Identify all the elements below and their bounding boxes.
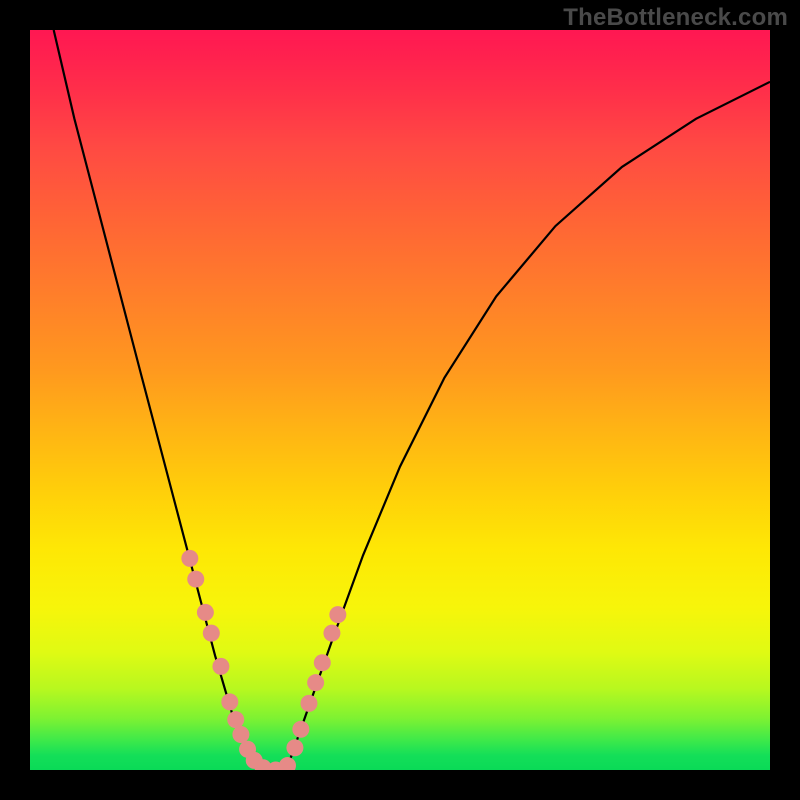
- right-curve: [289, 82, 770, 763]
- marker-dot: [286, 739, 303, 756]
- marker-dot: [181, 550, 198, 567]
- watermark-label: TheBottleneck.com: [563, 4, 788, 32]
- marker-dot: [329, 606, 346, 623]
- chart-stage: TheBottleneck.com: [0, 0, 800, 800]
- marker-group: [181, 550, 346, 770]
- marker-dot: [227, 711, 244, 728]
- left-curve: [54, 30, 252, 763]
- marker-dot: [300, 695, 317, 712]
- marker-dot: [323, 625, 340, 642]
- marker-dot: [187, 571, 204, 588]
- marker-dot: [197, 604, 214, 621]
- marker-dot: [307, 674, 324, 691]
- marker-dot: [279, 757, 296, 770]
- marker-dot: [292, 721, 309, 738]
- marker-dot: [221, 693, 238, 710]
- curve-layer: [30, 30, 770, 770]
- marker-dot: [212, 658, 229, 675]
- marker-dot: [314, 654, 331, 671]
- plot-area: [30, 30, 770, 770]
- marker-dot: [232, 726, 249, 743]
- marker-dot: [203, 625, 220, 642]
